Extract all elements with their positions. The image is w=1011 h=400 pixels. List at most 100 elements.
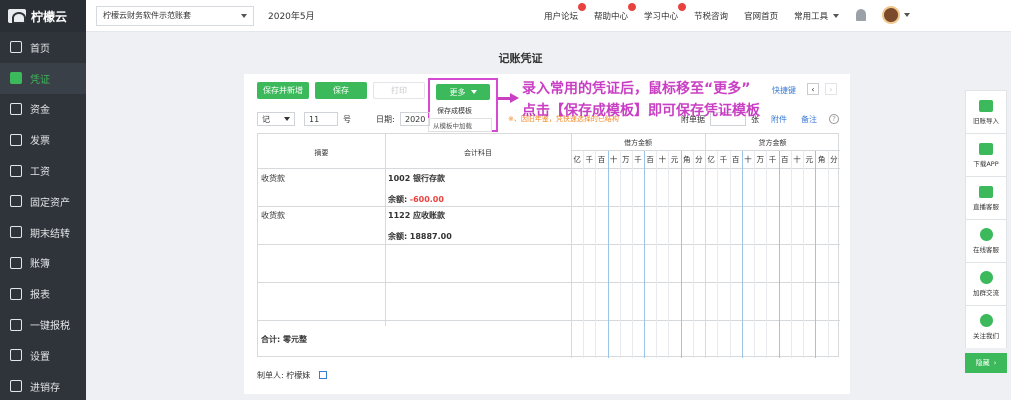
sidebar-item-label: 工资 [30,167,50,179]
sidebar: 柠檬云 首页凭证资金发票工资固定资产期末结转账簿报表 一键报税设置进销存 [0,0,86,400]
sidebar-item-label: 固定资产 [30,197,70,209]
credit-digit-header: 千 [768,155,777,164]
top-link-help[interactable]: 帮助中心 [594,3,637,22]
shortcut-link[interactable]: 快捷键 [772,85,796,96]
top-link-label: 常用工具 [794,12,829,22]
float-wechat-button[interactable]: 关注我们 [965,305,1007,348]
col-debit-header: 借方金额 [624,139,652,147]
chevron-down-icon [284,117,290,121]
save-button[interactable]: 保存 [315,82,367,99]
credit-digit-header: 十 [793,155,801,164]
credit-digit-header: 十 [744,155,752,164]
voucher-maker: 制单人: 柠檬妹 [257,370,327,381]
sidebar-item-label: 资金 [30,105,50,117]
top-link-label: 帮助中心 [594,12,629,22]
float-download-button[interactable]: 旧账导入 [965,90,1007,133]
print-button[interactable]: 打印 [373,82,425,99]
credit-digit-header: 亿 [707,155,715,164]
sidebar-item-3[interactable]: 发票 [0,124,86,155]
sidebar-item-1[interactable]: 凭证 [0,62,86,94]
float-button-label: 直播客服 [973,202,999,211]
top-link-homepage[interactable]: 官网首页 [744,10,778,22]
top-link-tools[interactable]: 常用工具 [794,10,840,22]
lemon-logo-icon [8,9,26,24]
wechat-icon [979,314,993,327]
row2-summary[interactable]: 收货款 [261,210,285,221]
debit-digit-header: 十 [658,155,667,164]
sidebar-item-10[interactable]: 设置 [0,340,86,371]
row1-subject[interactable]: 1002 银行存款 [388,173,445,184]
account-select[interactable]: 柠檬云财务软件示范账套 [96,5,254,26]
edit-icon[interactable] [318,371,327,379]
debit-digit-header: 千 [585,155,594,164]
voucher-word-value: 记 [262,114,270,124]
row1-summary[interactable]: 收货款 [261,173,285,184]
video-icon [979,185,993,198]
sidebar-item-7[interactable]: 账簿 [0,248,86,279]
chevron-down-icon [241,13,247,18]
sidebar-item-9[interactable]: 一键报税 [0,309,86,340]
annotation-arrow-icon [510,93,519,103]
top-link-label: 用户论坛 [544,12,579,22]
top-link-forum[interactable]: 用户论坛 [544,3,587,22]
sidebar-item-4[interactable]: 工资 [0,155,86,186]
maker-text: 制单人: 柠檬妹 [257,371,311,380]
float-group-button[interactable]: 加群交流 [965,262,1007,305]
hide-label: 隐藏 [975,359,990,367]
phone-icon [979,142,993,155]
sidebar-item-11[interactable]: 进销存 [0,371,86,400]
voucher-number-input[interactable]: 11 [304,112,338,126]
sidebar-item-0[interactable]: 首页 [0,32,86,63]
transfer-icon [10,226,22,239]
top-link-tax-consult[interactable]: 节税咨询 [694,10,728,22]
attachment-link[interactable]: 附件 [771,114,787,125]
home-icon [10,41,22,54]
save-and-new-button[interactable]: 保存并新增 [257,82,309,99]
notification-dot [678,3,687,11]
remark-link[interactable]: 备注 [801,114,817,125]
chevron-down-icon [470,90,477,94]
report-icon [10,287,22,300]
top-link-label: 官网首页 [744,12,779,22]
app-logo[interactable]: 柠檬云 [0,0,86,32]
row2-balance: 余额: 18887.00 [388,231,452,242]
col-subject-header: 会计科目 [464,149,492,157]
row2-subject[interactable]: 1122 应收账款 [388,210,445,221]
sidebar-item-6[interactable]: 期末结转 [0,217,86,248]
prev-voucher-button[interactable]: ‹ [807,83,819,95]
next-voucher-button[interactable]: › [825,83,837,95]
hide-bar-button[interactable]: 隐藏 › [965,353,1007,373]
top-link-learning[interactable]: 学习中心 [644,3,687,22]
sidebar-item-2[interactable]: 资金 [0,94,86,125]
chevron-right-icon: › [829,84,833,94]
debit-digit-header: 十 [609,155,618,164]
balance-label: 余额: [388,232,408,241]
sidebar-item-label: 凭证 [30,74,50,86]
help-icon[interactable]: ? [829,114,839,124]
avatar[interactable] [882,6,900,24]
date-input[interactable]: 2020 [400,112,430,126]
chevron-left-icon: ‹ [811,84,815,94]
more-button[interactable]: 更多 [436,84,490,100]
col-summary-header: 摘要 [314,149,329,157]
credit-digit-header: 百 [731,155,740,164]
sidebar-item-label: 账簿 [30,259,50,271]
person-icon [979,228,993,241]
voucher-panel: 保存并新增 保存 打印 更多 保存成模板 从模板中加载 快捷键 ‹ › 记 11… [244,74,850,394]
voucher-word-select[interactable]: 记 [257,112,295,126]
float-video-button[interactable]: 直播客服 [965,176,1007,219]
more-button-label: 更多 [449,87,466,97]
debit-digit-header: 百 [597,155,606,164]
chevron-down-icon[interactable] [904,13,910,17]
credit-digit-header: 角 [817,155,826,164]
float-person-button[interactable]: 在线客服 [965,219,1007,262]
top-links: 用户论坛 帮助中心 学习中心 节税咨询 官网首页 常用工具 [544,0,855,32]
bell-icon[interactable] [856,9,866,21]
float-phone-button[interactable]: 下载APP [965,133,1007,176]
sidebar-item-5[interactable]: 固定资产 [0,186,86,217]
debit-digit-header: 元 [670,155,679,164]
sidebar-item-label: 设置 [30,351,50,363]
sidebar-item-8[interactable]: 报表 [0,278,86,309]
float-button-label: 旧账导入 [973,116,999,125]
app-name: 柠檬云 [31,9,68,24]
